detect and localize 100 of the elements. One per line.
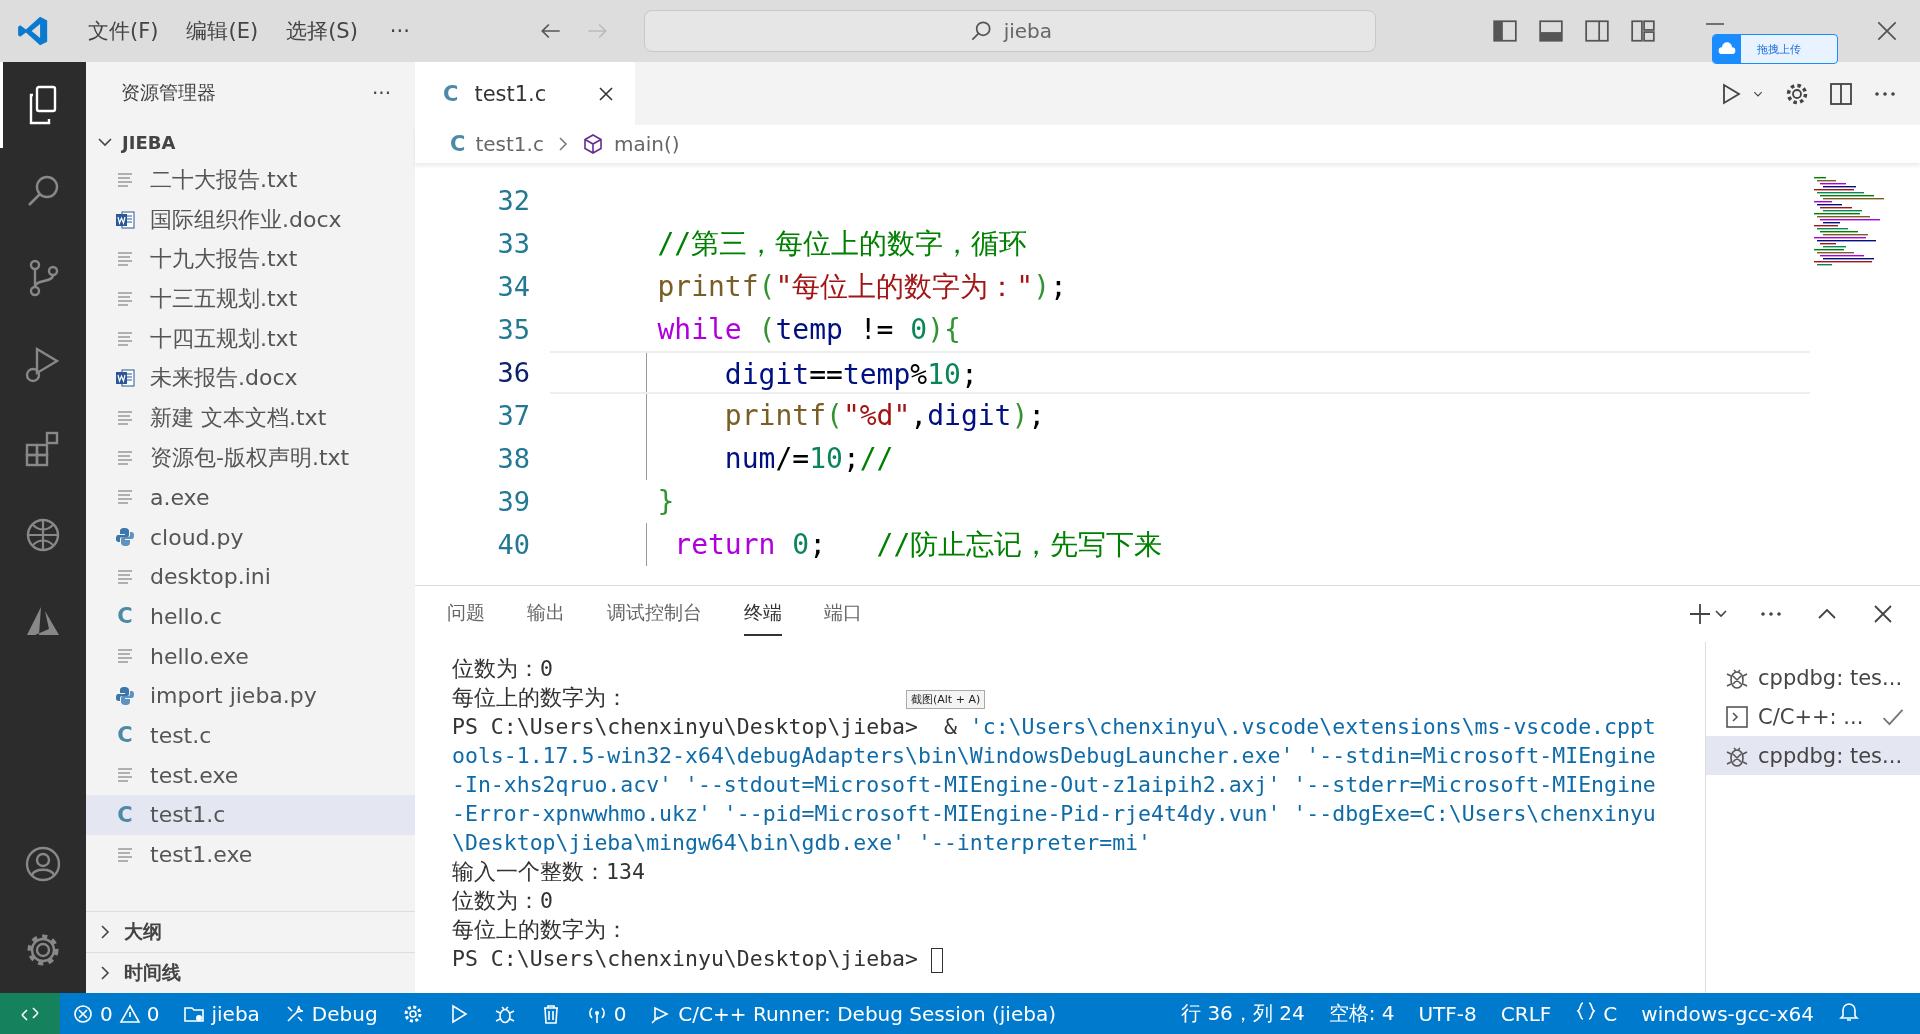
- file-name: test1.c: [150, 802, 226, 828]
- panel-tab[interactable]: 调试控制台: [607, 592, 702, 636]
- panel-layout-icon[interactable]: [1538, 18, 1564, 44]
- panel-tab[interactable]: 输出: [527, 592, 565, 636]
- folder-header[interactable]: JIEBA: [86, 124, 415, 160]
- file-item[interactable]: test1.exe: [86, 834, 415, 875]
- file-item[interactable]: C test.c: [86, 715, 415, 756]
- file-item[interactable]: test.exe: [86, 755, 415, 795]
- file-item[interactable]: 资源包-版权声明.txt: [86, 437, 415, 478]
- close-icon[interactable]: [597, 84, 615, 103]
- status-item[interactable]: 空格: 4: [1316, 1000, 1407, 1027]
- file-item[interactable]: C hello.c: [86, 596, 415, 637]
- code-line: digit==temp%10;: [723, 358, 978, 391]
- status-item[interactable]: Debug: [271, 1001, 390, 1026]
- status-item[interactable]: windows-gcc-x64: [1629, 1000, 1826, 1027]
- c-file-icon: C: [443, 81, 459, 106]
- file-name: 资源包-版权声明.txt: [150, 443, 350, 472]
- terminal-command: -Error-xpnwwhmo.ukz' '--pid=Microsoft-MIEngine-Pid-rje4t4dy.vun' '--dbgExe=C:\Users\chenxinyu: [452, 801, 1656, 826]
- code-line: //第三，每位上的数字，循环: [656, 227, 1028, 260]
- file-item[interactable]: C test1.c: [86, 795, 415, 835]
- split-layout-icon[interactable]: [1584, 18, 1610, 44]
- file-item[interactable]: 二十大报告.txt: [86, 160, 415, 200]
- file-name: desktop.ini: [150, 564, 271, 590]
- more-button[interactable]: ···: [371, 81, 391, 105]
- file-name: test1.exe: [150, 842, 253, 868]
- terminal-icon: [1724, 703, 1750, 730]
- file-item[interactable]: hello.exe: [86, 636, 415, 676]
- editor-tab[interactable]: C test1.c: [415, 62, 635, 125]
- file-item[interactable]: 未来报告.docx: [86, 358, 415, 399]
- c-file-icon: C: [450, 132, 466, 156]
- session-label: cppdbg: tes...: [1758, 743, 1903, 768]
- panel-tab[interactable]: 端口: [824, 592, 862, 636]
- file-name: 未来报告.docx: [150, 364, 298, 393]
- code-line: }: [656, 485, 675, 518]
- file-item[interactable]: 十三五规划.txt: [86, 279, 415, 319]
- custom-layout-icon[interactable]: [1630, 18, 1656, 44]
- line-number: 33: [496, 227, 531, 261]
- folder-name: JIEBA: [122, 131, 176, 153]
- terminal-output: PS C:\Users\chenxinyu\Desktop\jieba>: [452, 946, 918, 971]
- cube-icon: [581, 133, 604, 155]
- file-item[interactable]: 十九大报告.txt: [86, 239, 415, 280]
- file-item[interactable]: a.exe: [86, 477, 415, 518]
- panel-title: 资源管理器: [121, 80, 216, 105]
- file-name: 二十大报告.txt: [150, 165, 298, 194]
- file-item[interactable]: 新建 文本文档.txt: [86, 398, 415, 438]
- app-logo: [16, 14, 50, 48]
- braces-icon: [1575, 1000, 1598, 1022]
- breadcrumb[interactable]: test1.c: [475, 132, 544, 156]
- panel-tab[interactable]: 问题: [447, 592, 485, 636]
- file-name: a.exe: [150, 484, 210, 510]
- file-name: 新建 文本文档.txt: [150, 403, 327, 432]
- add-terminal-icon[interactable]: [1688, 601, 1728, 627]
- terminal-command: -In-xhs2qruo.acv' '--stdout=Microsoft-MIEngine-Out-z1aipih2.axj' '--stderr=Microsoft-MIEngine: [452, 772, 1656, 797]
- line-number: 39: [496, 485, 531, 519]
- breadcrumb[interactable]: main(): [613, 132, 680, 156]
- terminal-output: 每位上的数字为：: [452, 917, 628, 942]
- file-name: cloud.py: [150, 524, 244, 550]
- status-item[interactable]: 0: [573, 1001, 639, 1026]
- file-item[interactable]: import jieba.py: [86, 675, 415, 716]
- file-item[interactable]: desktop.ini: [86, 556, 415, 597]
- panel-tab[interactable]: 终端: [744, 592, 782, 636]
- bell-icon[interactable]: [1838, 1000, 1860, 1022]
- line-number: 36: [496, 356, 531, 390]
- line-number: 40: [496, 528, 531, 562]
- remote-button[interactable]: [0, 993, 60, 1034]
- terminal-output: PS C:\Users\chenxinyu\Desktop\jieba> &: [452, 714, 958, 739]
- terminal-output: 每位上的数字为：: [452, 685, 628, 710]
- terminal-session[interactable]: cppdbg: tes...: [1706, 736, 1920, 775]
- status-item[interactable]: jieba: [171, 1001, 272, 1026]
- python-file-icon: [114, 684, 136, 707]
- menu-item[interactable]: 选择(S): [272, 11, 372, 51]
- terminal-session[interactable]: cppdbg: tes...: [1706, 658, 1920, 697]
- file-name: 十三五规划.txt: [150, 284, 298, 313]
- terminal-output: 位数为：0: [452, 656, 553, 681]
- more-menu[interactable]: ···: [371, 13, 428, 49]
- status-item[interactable]: UTF-8: [1406, 1000, 1489, 1027]
- code-line: printf("每位上的数字为：");: [656, 270, 1067, 303]
- file-name: 十四五规划.txt: [150, 324, 298, 353]
- code-line: printf("%d",digit);: [723, 399, 1046, 432]
- file-item[interactable]: 十四五规划.txt: [86, 318, 415, 359]
- sidebar-layout-icon[interactable]: [1492, 18, 1518, 44]
- problems-button[interactable]: 0 0: [60, 1001, 172, 1026]
- file-name: import jieba.py: [150, 683, 317, 709]
- split-editor-icon[interactable]: [1828, 80, 1854, 107]
- language-mode[interactable]: C: [1563, 1000, 1630, 1027]
- file-item[interactable]: cloud.py: [86, 517, 415, 557]
- terminal-session[interactable]: C/C++: ...: [1706, 697, 1920, 736]
- status-item[interactable]: 行 36，列 24: [1169, 1000, 1317, 1027]
- status-item[interactable]: C/C++ Runner: Debug Session (jieba): [638, 1001, 1068, 1026]
- minimap[interactable]: [1814, 177, 1884, 266]
- file-item[interactable]: 国际组织作业.docx: [86, 199, 415, 240]
- terminal-command: 'c:\Users\chenxinyu\.vscode\extensions\ms-vscode.cppt: [969, 714, 1656, 739]
- line-number: 34: [496, 270, 531, 304]
- menu-item[interactable]: 文件(F): [74, 11, 173, 51]
- status-item[interactable]: CRLF: [1488, 1000, 1564, 1027]
- upload-widget[interactable]: 拖拽上传: [1712, 34, 1838, 64]
- search-field[interactable]: jieba: [643, 10, 1376, 52]
- terminal-output: 输入一个整数：134: [452, 859, 645, 884]
- menu-item[interactable]: 编辑(E): [172, 11, 273, 51]
- file-name: hello.c: [150, 603, 222, 629]
